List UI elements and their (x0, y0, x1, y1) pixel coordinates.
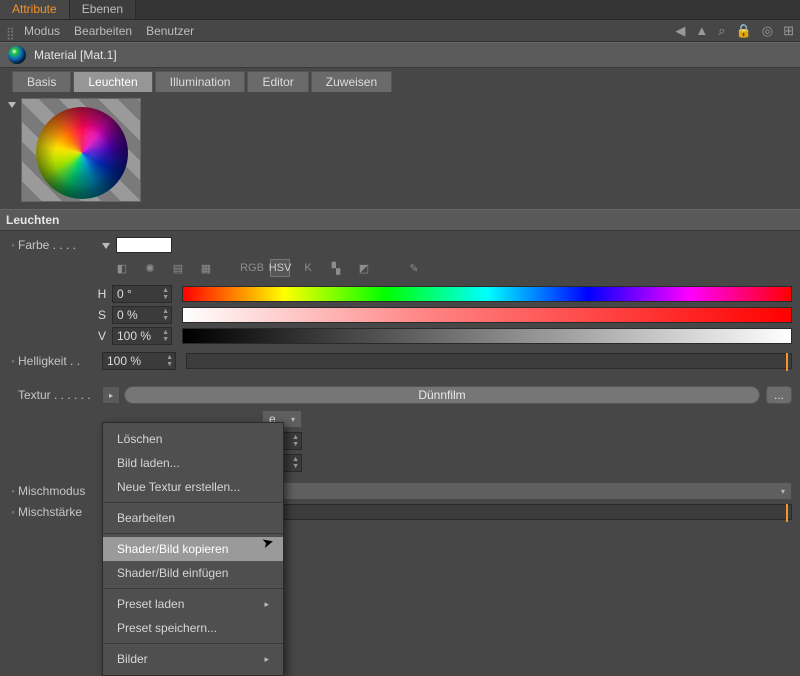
add-icon[interactable]: ⊞ (783, 23, 794, 39)
search-icon[interactable]: ⌕ (718, 23, 725, 39)
shader-preview[interactable] (21, 98, 141, 202)
input-helligkeit[interactable]: 100 %▲▼ (102, 352, 176, 370)
chan-leuchten[interactable]: Leuchten (73, 71, 152, 92)
menu-benutzer[interactable]: Benutzer (146, 24, 194, 38)
mi-preset-laden[interactable]: Preset laden▸ (103, 592, 283, 616)
eyedropper-icon[interactable]: ◧ (112, 259, 132, 277)
chan-basis[interactable]: Basis (12, 71, 71, 92)
mi-preset-speichern[interactable]: Preset speichern... (103, 616, 283, 640)
mi-shader-einfuegen[interactable]: Shader/Bild einfügen (103, 561, 283, 585)
label-textur: Textur . . . . . . (18, 388, 102, 402)
panel-tabstrip: Attribute Ebenen (0, 0, 800, 20)
menu-separator (103, 643, 283, 644)
preview-area (0, 92, 800, 209)
chan-editor[interactable]: Editor (247, 71, 308, 92)
image-icon[interactable]: ▦ (196, 259, 216, 277)
mi-bilder[interactable]: Bilder▸ (103, 647, 283, 671)
pencil-icon[interactable]: ✎ (404, 259, 424, 277)
input-sat[interactable]: 0 %▲▼ (112, 306, 172, 324)
input-val[interactable]: 100 %▲▼ (112, 327, 172, 345)
label-farbe: Farbe . . . . (18, 238, 102, 252)
material-icon (8, 46, 26, 64)
mixer-icon[interactable]: ▚ (326, 259, 346, 277)
color-swatch[interactable] (116, 237, 172, 253)
row-val: V 100 %▲▼ (92, 326, 792, 346)
hsv-mode[interactable]: HSV (270, 259, 290, 277)
new-icon[interactable]: ◎ (762, 23, 773, 39)
label-v: V (92, 329, 112, 343)
menu-separator (103, 502, 283, 503)
anim-marker-icon[interactable]: ◦ (8, 507, 18, 517)
picker-icon[interactable]: ◩ (354, 259, 374, 277)
tab-ebenen[interactable]: Ebenen (70, 0, 136, 19)
anim-marker-icon[interactable]: ◦ (8, 486, 18, 496)
textur-browse-button[interactable]: ... (766, 386, 792, 404)
kelvin-mode[interactable]: K (298, 259, 318, 277)
mi-bild-laden[interactable]: Bild laden... (103, 451, 283, 475)
slider-val[interactable] (182, 328, 792, 344)
mi-neue-textur[interactable]: Neue Textur erstellen... (103, 475, 283, 499)
slider-helligkeit[interactable] (186, 353, 792, 369)
material-title: Material [Mat.1] (34, 48, 117, 62)
channel-tabs: Basis Leuchten Illumination Editor Zuwei… (0, 68, 800, 92)
label-s: S (92, 308, 112, 322)
back-icon[interactable]: ◀ (675, 23, 685, 39)
mi-loeschen[interactable]: Löschen (103, 427, 283, 451)
row-sat: S 0 %▲▼ (92, 305, 792, 325)
menu-bearbeiten[interactable]: Bearbeiten (74, 24, 132, 38)
lock-icon[interactable]: 🔒 (736, 23, 752, 39)
material-title-bar: Material [Mat.1] (0, 42, 800, 68)
menu-separator (103, 533, 283, 534)
color-wheel-icon[interactable]: ✺ (140, 259, 160, 277)
up-icon[interactable]: ▲ (695, 23, 708, 38)
color-mode-icons: ◧ ✺ ▤ ▦ RGB HSV K ▚ ◩ ✎ (112, 255, 792, 283)
slider-sat[interactable] (182, 307, 792, 323)
textur-context-menu: Löschen Bild laden... Neue Textur erstel… (102, 422, 284, 676)
tab-attribute[interactable]: Attribute (0, 0, 70, 19)
menu-modus[interactable]: Modus (24, 24, 60, 38)
textur-shader-button[interactable]: Dünnfilm (124, 386, 760, 404)
section-leuchten: Leuchten (0, 209, 800, 231)
row-farbe: ◦ Farbe . . . . (8, 235, 792, 255)
chan-zuweisen[interactable]: Zuweisen (311, 71, 392, 92)
attribute-menubar: ⣿ Modus Bearbeiten Benutzer ◀ ▲ ⌕ 🔒 ◎ ⊞ (0, 20, 800, 42)
chevron-right-icon: ▸ (264, 599, 269, 610)
hsv-group: H 0 °▲▼ S 0 %▲▼ V 100 %▲▼ (92, 284, 792, 346)
farbe-collapse-icon[interactable] (102, 243, 110, 249)
textur-menu-button[interactable]: ▸ (102, 386, 120, 404)
chevron-right-icon: ▸ (264, 654, 269, 665)
grip-icon: ⣿ (6, 26, 16, 36)
label-h: H (92, 287, 112, 301)
label-helligkeit: Helligkeit . . (18, 354, 102, 368)
row-hue: H 0 °▲▼ (92, 284, 792, 304)
menu-separator (103, 588, 283, 589)
row-helligkeit: ◦ Helligkeit . . 100 %▲▼ (8, 350, 792, 372)
rgb-mode[interactable]: RGB (242, 259, 262, 277)
mi-shader-kopieren[interactable]: Shader/Bild kopieren (103, 537, 283, 561)
label-mischmodus: Mischmodus (18, 484, 102, 498)
anim-marker-icon[interactable]: ◦ (8, 240, 18, 250)
slider-hue[interactable] (182, 286, 792, 302)
shader-sphere-icon (36, 107, 128, 199)
label-mischstaerke: Mischstärke (18, 505, 102, 519)
input-hue[interactable]: 0 °▲▼ (112, 285, 172, 303)
swatches-icon[interactable]: ▤ (168, 259, 188, 277)
preview-collapse-icon[interactable] (8, 102, 16, 108)
mi-bearbeiten[interactable]: Bearbeiten (103, 506, 283, 530)
anim-marker-icon[interactable]: ◦ (8, 356, 18, 366)
row-textur: Textur . . . . . . ▸ Dünnfilm ... (8, 384, 792, 406)
chan-illumination[interactable]: Illumination (155, 71, 246, 92)
